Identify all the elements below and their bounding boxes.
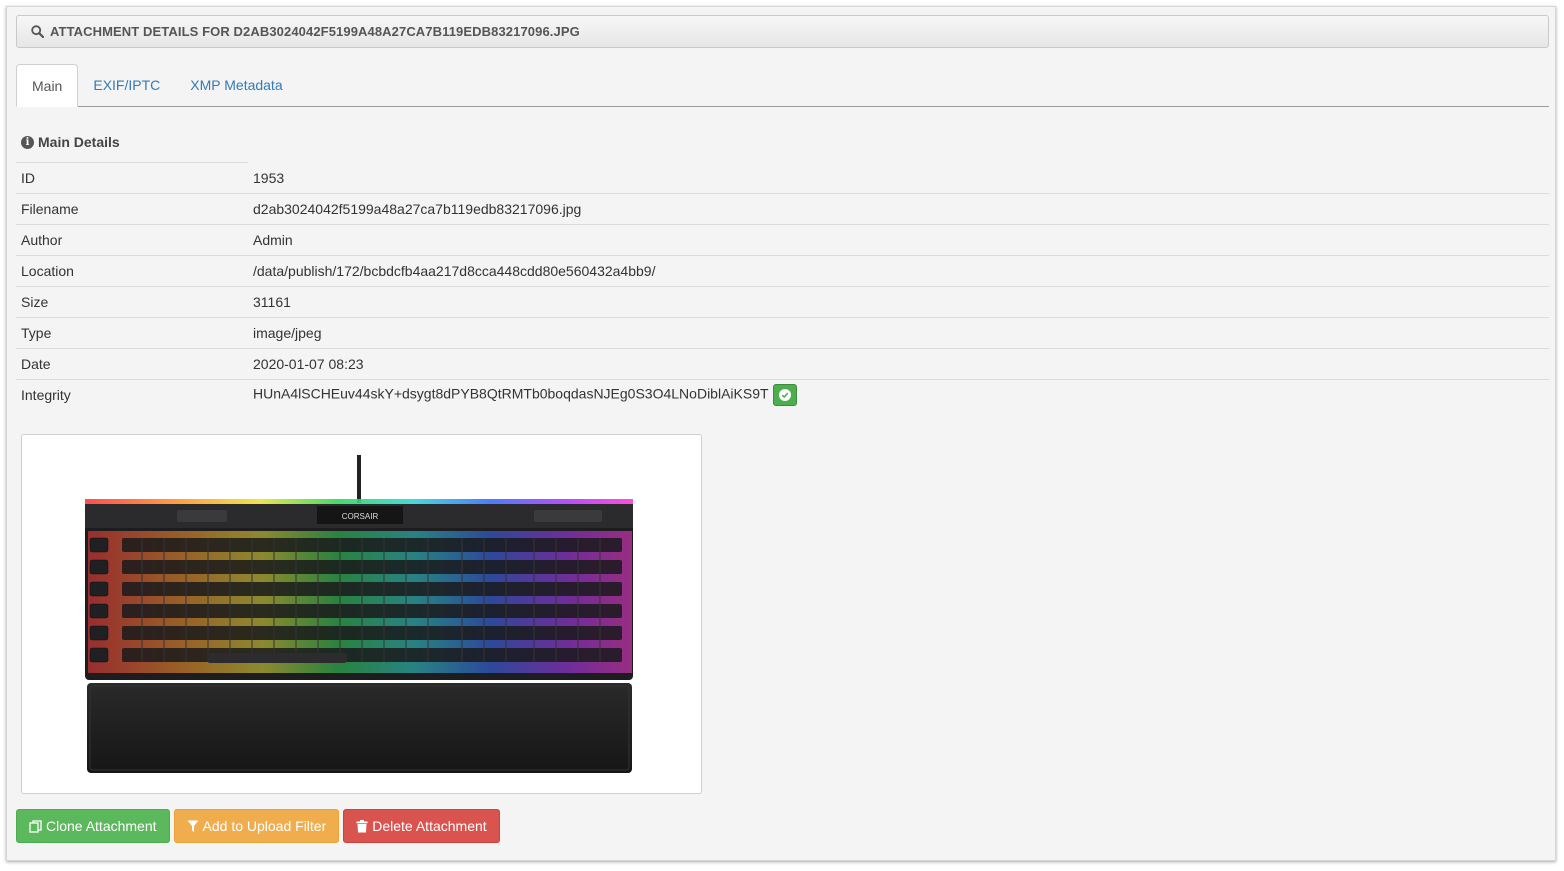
detail-value: d2ab3024042f5199a48a27ca7b119edb83217096… bbox=[248, 193, 1549, 225]
details-table: ID 1953 Filename d2ab3024042f5199a48a27c… bbox=[16, 163, 1549, 410]
detail-label: Size bbox=[16, 286, 248, 318]
table-row: Date 2020-01-07 08:23 bbox=[16, 348, 1549, 380]
brand-label: CORSAIR bbox=[342, 512, 379, 521]
table-row: Type image/jpeg bbox=[16, 317, 1549, 349]
detail-value: image/jpeg bbox=[248, 317, 1549, 349]
detail-value: Admin bbox=[248, 224, 1549, 256]
clone-attachment-button[interactable]: Clone Attachment bbox=[16, 809, 170, 843]
trash-icon bbox=[356, 819, 368, 833]
detail-label: ID bbox=[21, 170, 35, 186]
detail-label: Location bbox=[16, 255, 248, 287]
attachment-preview: CORSAIR bbox=[21, 434, 702, 794]
detail-value: 31161 bbox=[248, 286, 1549, 318]
check-circle-icon bbox=[778, 389, 791, 401]
clone-attachment-label: Clone Attachment bbox=[46, 818, 157, 834]
copy-icon bbox=[29, 819, 42, 833]
action-bar: Clone Attachment Add to Upload Filter De… bbox=[16, 809, 500, 843]
tab-exif-iptc[interactable]: EXIF/IPTC bbox=[78, 64, 175, 106]
table-row: Location /data/publish/172/bcbdcfb4aa217… bbox=[16, 255, 1549, 287]
detail-label: Filename bbox=[16, 193, 248, 225]
table-row: Integrity HUnA4lSCHEuv44skY+dsygt8dPYB8Q… bbox=[16, 379, 1549, 410]
table-row: ID 1953 bbox=[16, 163, 1549, 194]
search-icon bbox=[31, 25, 44, 38]
integrity-verified-button[interactable] bbox=[772, 384, 797, 406]
detail-value-integrity: HUnA4lSCHEuv44skY+dsygt8dPYB8QtRMTb0boqd… bbox=[248, 379, 1549, 410]
keyboard-image: CORSAIR bbox=[85, 455, 633, 773]
section-title-text: Main Details bbox=[38, 134, 120, 150]
tab-xmp-metadata[interactable]: XMP Metadata bbox=[175, 64, 297, 106]
add-to-upload-filter-label: Add to Upload Filter bbox=[202, 818, 327, 834]
detail-value: 1953 bbox=[253, 170, 285, 186]
detail-label: Integrity bbox=[16, 379, 248, 410]
delete-attachment-label: Delete Attachment bbox=[372, 818, 487, 834]
table-row: Size 31161 bbox=[16, 286, 1549, 318]
detail-label: Author bbox=[16, 224, 248, 256]
tab-main[interactable]: Main bbox=[16, 64, 79, 107]
table-row: Author Admin bbox=[16, 224, 1549, 256]
panel-header: ATTACHMENT DETAILS FOR D2AB3024042F5199A… bbox=[16, 15, 1549, 48]
tab-bar: Main EXIF/IPTC XMP Metadata bbox=[16, 64, 1549, 107]
integrity-hash: HUnA4lSCHEuv44skY+dsygt8dPYB8QtRMTb0boqd… bbox=[253, 385, 769, 402]
add-to-upload-filter-button[interactable]: Add to Upload Filter bbox=[173, 809, 340, 843]
detail-value: 2020-01-07 08:23 bbox=[248, 348, 1549, 380]
table-row: Filename d2ab3024042f5199a48a27ca7b119ed… bbox=[16, 193, 1549, 225]
detail-label: Type bbox=[16, 317, 248, 349]
info-icon: i bbox=[21, 135, 34, 149]
filter-icon bbox=[187, 820, 199, 833]
section-heading: i Main Details bbox=[21, 131, 120, 153]
attachment-details-window: ATTACHMENT DETAILS FOR D2AB3024042F5199A… bbox=[6, 6, 1556, 861]
detail-label: Date bbox=[16, 348, 248, 380]
panel-title: ATTACHMENT DETAILS FOR D2AB3024042F5199A… bbox=[50, 24, 580, 39]
delete-attachment-button[interactable]: Delete Attachment bbox=[343, 809, 500, 843]
detail-value: /data/publish/172/bcbdcfb4aa217d8cca448c… bbox=[248, 255, 1549, 287]
